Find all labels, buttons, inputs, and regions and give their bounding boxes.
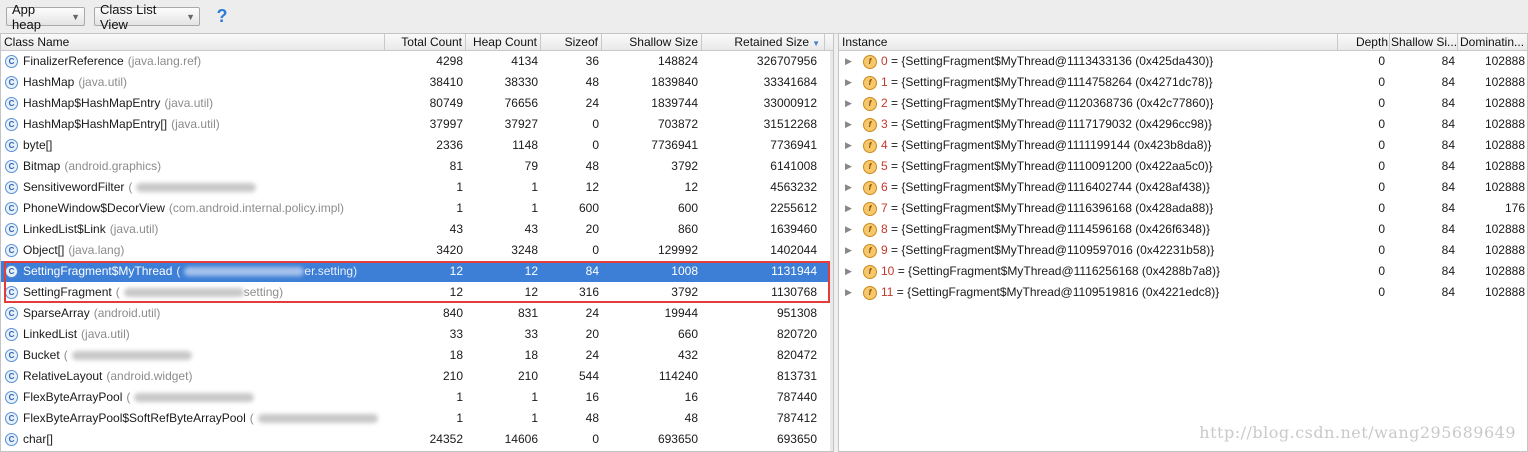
- retained-cell: 33341684: [763, 75, 817, 89]
- dominating-cell: 102888: [1484, 117, 1525, 131]
- table-row[interactable]: ▶ f 9 = {SettingFragment$MyThread@11095970…: [839, 240, 1527, 261]
- table-row[interactable]: C Bucket(18 18 24 432 820472: [1, 345, 831, 366]
- table-row[interactable]: ▶ f 10 = {SettingFragment$MyThread@1116256…: [839, 261, 1527, 282]
- table-row[interactable]: C SensitivewordFilter(1 1 12 12 4563232: [1, 177, 831, 198]
- dominating-cell: 102888: [1484, 243, 1525, 257]
- retained-cell: 820720: [776, 327, 817, 341]
- col-total-count[interactable]: Total Count: [385, 34, 466, 50]
- dominating-cell: 102888: [1484, 138, 1525, 152]
- dominating-cell: 102888: [1484, 159, 1525, 173]
- col-class-name[interactable]: Class Name: [1, 34, 385, 50]
- col-sizeof[interactable]: Sizeof: [541, 34, 602, 50]
- view-select-label: Class List View: [100, 1, 157, 32]
- table-row[interactable]: ▶ f 4 = {SettingFragment$MyThread@11111991…: [839, 135, 1527, 156]
- table-row[interactable]: ▶ f 0 = {SettingFragment$MyThread@11134331…: [839, 51, 1527, 72]
- table-row[interactable]: C SettingFragment(setting) 12 12 316 3792 1130…: [1, 282, 831, 303]
- watermark: http://blog.csdn.net/wang295689649: [1199, 423, 1516, 442]
- table-row[interactable]: ▶ f 3 = {SettingFragment$MyThread@11171790…: [839, 114, 1527, 135]
- retained-cell: 787412: [776, 411, 817, 425]
- retained-cell: 1639460: [770, 222, 817, 236]
- table-row[interactable]: C HashMap$HashMapEntry (java.util) 80749 766…: [1, 93, 831, 114]
- col-retained-size[interactable]: Retained Size ▼: [702, 34, 825, 50]
- instance-table: Instance Depth Shallow Si... Dominatin..…: [838, 33, 1528, 452]
- table-row[interactable]: ▶ f 6 = {SettingFragment$MyThread@11164027…: [839, 177, 1527, 198]
- retained-cell: 787440: [776, 390, 817, 404]
- view-select[interactable]: Class List View ▼: [94, 2, 200, 32]
- retained-cell: 6141008: [770, 159, 817, 173]
- class-list-table: Class Name Total Count Heap Count Sizeof…: [0, 33, 834, 452]
- dominating-cell: 176: [1504, 201, 1525, 215]
- dominating-cell: 102888: [1484, 222, 1525, 236]
- chevron-down-icon: ▼: [186, 11, 195, 22]
- table-row[interactable]: C FlexByteArrayPool(1 1 16 16 787440: [1, 387, 831, 408]
- retained-cell: 813731: [776, 369, 817, 383]
- table-row[interactable]: C FlexByteArrayPool$SoftRefByteArrayPool(…: [1, 408, 831, 429]
- scrollbar[interactable]: [830, 51, 833, 451]
- table-row[interactable]: C SparseArray (android.util) 840 831 24 19944 9…: [1, 303, 831, 324]
- table-row[interactable]: ▶ f 5 = {SettingFragment$MyThread@11100912…: [839, 156, 1527, 177]
- col-instance[interactable]: Instance: [839, 34, 1338, 50]
- retained-cell: 2255612: [770, 201, 817, 215]
- dominating-cell: 102888: [1484, 75, 1525, 89]
- table-row[interactable]: ▶ f 11 = {SettingFragment$MyThread@1109519…: [839, 282, 1527, 303]
- heap-select[interactable]: App heap ▼: [6, 2, 85, 32]
- dominating-cell: 102888: [1484, 54, 1525, 68]
- retained-cell: 1130768: [771, 285, 817, 299]
- table-row[interactable]: Cbyte[] 2336 1148 0 7736941 7736941: [1, 135, 831, 156]
- table-row[interactable]: C Bitmap (android.graphics) 81 79 48 3792 61410…: [1, 156, 831, 177]
- col-shallow-size[interactable]: Shallow Size: [602, 34, 702, 50]
- retained-cell: 326707956: [756, 54, 817, 68]
- table-row[interactable]: C HashMap (java.util) 38410 38330 48 1839840 33…: [1, 72, 831, 93]
- col-heap-count[interactable]: Heap Count: [466, 34, 541, 50]
- retained-cell: 1131944: [771, 264, 817, 278]
- table-row[interactable]: Cchar[] 24352 14606 0 693650 693650: [1, 429, 831, 450]
- retained-cell: 31512268: [763, 117, 817, 131]
- retained-cell: 820472: [776, 348, 817, 362]
- retained-cell: 1402044: [770, 243, 817, 257]
- table-row[interactable]: ▶ f 2 = {SettingFragment$MyThread@11203687…: [839, 93, 1527, 114]
- table-row[interactable]: ▶ f 8 = {SettingFragment$MyThread@11145961…: [839, 219, 1527, 240]
- dominating-cell: 102888: [1484, 96, 1525, 110]
- col-dominating-size[interactable]: Dominatin...: [1458, 34, 1527, 50]
- col-depth[interactable]: Depth: [1338, 34, 1390, 50]
- toolbar: App heap ▼ Class List View ▼ ?: [0, 0, 1528, 34]
- dominating-cell: 102888: [1484, 264, 1525, 278]
- table-row[interactable]: C HashMap$HashMapEntry[] (java.util) 37997 3…: [1, 114, 831, 135]
- table-row[interactable]: ▶ f 1 = {SettingFragment$MyThread@11147582…: [839, 72, 1527, 93]
- table-row[interactable]: ▶ f 7 = {SettingFragment$MyThread@11163961…: [839, 198, 1527, 219]
- table-row[interactable]: C RelativeLayout (android.widget) 210 210 544…: [1, 366, 831, 387]
- retained-cell: 7736941: [770, 138, 817, 152]
- dominating-cell: 102888: [1484, 285, 1525, 299]
- table-row[interactable]: C LinkedList (java.util) 33 33 20 660 820720: [1, 324, 831, 345]
- retained-cell: 33000912: [763, 96, 817, 110]
- retained-cell: 951308: [776, 306, 817, 320]
- class-list-header: Class Name Total Count Heap Count Sizeof…: [1, 34, 833, 51]
- heap-select-label: App heap: [12, 1, 41, 32]
- dominating-cell: 102888: [1484, 180, 1525, 194]
- help-icon[interactable]: ?: [212, 6, 232, 26]
- retained-cell: 693650: [776, 432, 817, 446]
- table-row[interactable]: C Object[] (java.lang) 3420 3248 0 129992 14020…: [1, 240, 831, 261]
- table-row[interactable]: C FinalizerReference (java.lang.ref) 4298 41…: [1, 51, 831, 72]
- col-shallow-size[interactable]: Shallow Si...: [1390, 34, 1458, 50]
- sort-desc-icon: ▼: [812, 39, 820, 48]
- instance-header: Instance Depth Shallow Si... Dominatin..…: [839, 34, 1527, 51]
- table-row[interactable]: C SettingFragment$MyThread(er.setting) 12 1…: [1, 261, 831, 282]
- table-row[interactable]: C PhoneWindow$DecorView (com.android.inter…: [1, 198, 831, 219]
- table-row[interactable]: C LinkedList$Link (java.util) 43 43 20 860 1639…: [1, 219, 831, 240]
- retained-cell: 4563232: [770, 180, 817, 194]
- chevron-down-icon: ▼: [71, 11, 80, 22]
